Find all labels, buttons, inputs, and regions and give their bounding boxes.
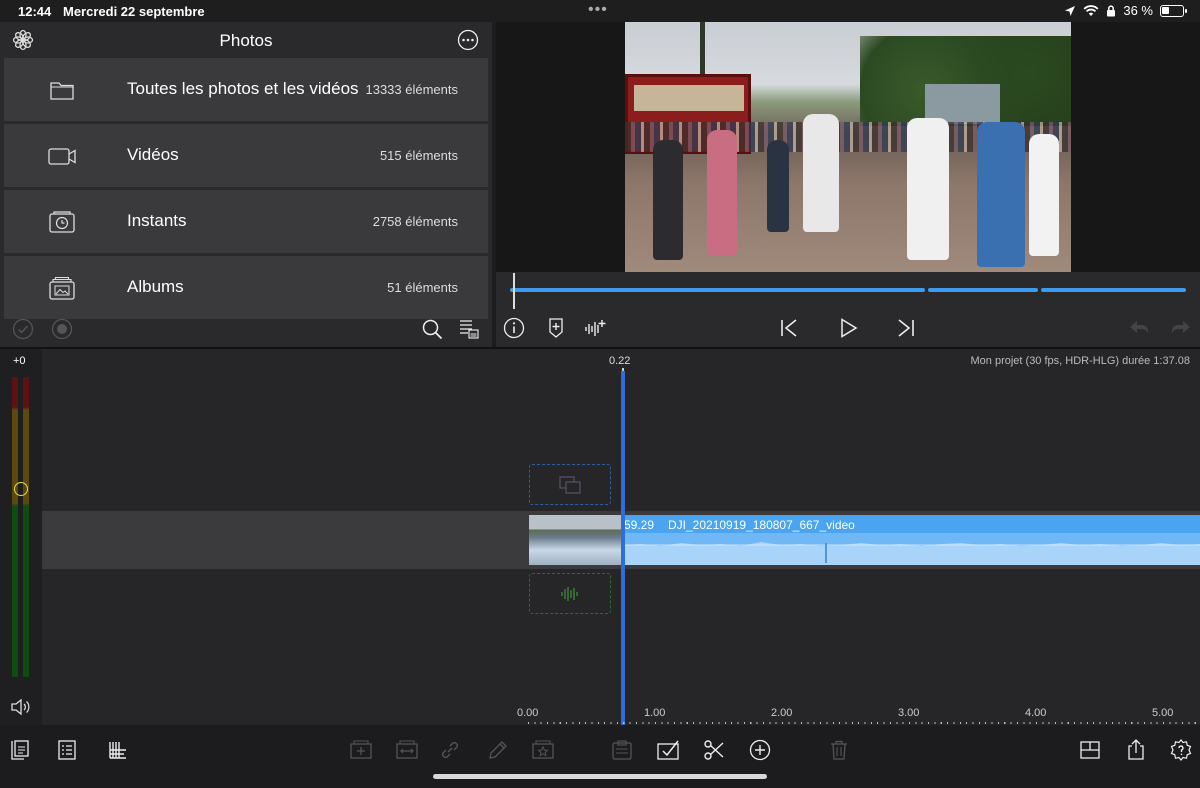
- scrub-segment: [510, 288, 925, 292]
- wifi-icon: [1083, 4, 1099, 16]
- clip-thumbnail: [529, 515, 621, 565]
- list-item-count: 515 éléments: [379, 148, 458, 163]
- video-viewer[interactable]: [496, 22, 1200, 272]
- multitasking-dots-icon[interactable]: •••: [588, 1, 608, 19]
- lock-rotation-icon: [1107, 4, 1116, 16]
- status-bar: 12:44 Mercredi 22 septembre ••• 36 %: [0, 0, 1200, 24]
- list-item-videos[interactable]: Vidéos 515 éléments: [4, 124, 488, 187]
- album-list: Toutes les photos et les vidéos 13333 él…: [4, 58, 488, 322]
- ruler-label: 2.00: [771, 707, 793, 719]
- link-icon[interactable]: [438, 738, 462, 762]
- list-item-all-photos[interactable]: Toutes les photos et les vidéos 13333 él…: [4, 58, 488, 121]
- playhead-time: 0.22: [609, 355, 631, 367]
- add-overlay-placeholder[interactable]: [529, 464, 611, 505]
- clipboard-icon[interactable]: [610, 738, 634, 762]
- status-date: Mercredi 22 septembre: [63, 4, 205, 19]
- video-clip[interactable]: 59.29 DJI_20210919_180807_667_video: [529, 515, 1200, 565]
- skip-to-start-icon[interactable]: [777, 316, 801, 340]
- meter-bar-left: [12, 377, 18, 677]
- trash-icon[interactable]: [827, 738, 851, 762]
- battery-icon: [1160, 4, 1187, 17]
- moments-clock-icon: [47, 208, 77, 236]
- media-browser-panel: Photos Toutes les photos et les vidéos 1…: [0, 22, 492, 347]
- folder-icon: [47, 76, 77, 104]
- search-icon[interactable]: [421, 318, 443, 340]
- bottom-toolbar: [0, 725, 1200, 788]
- ruler-label: 5.00: [1152, 707, 1174, 719]
- browser-header: Photos: [0, 22, 492, 58]
- meter-gain-label: +0: [13, 355, 26, 367]
- status-indicators: 36 %: [1064, 3, 1187, 18]
- list-item-count: 13333 éléments: [365, 82, 458, 97]
- play-icon[interactable]: [836, 316, 860, 340]
- timeline-view-icon[interactable]: [106, 738, 130, 762]
- location-arrow-icon: [1065, 5, 1076, 16]
- ruler-label: 1.00: [644, 707, 666, 719]
- preview-scrubber[interactable]: [496, 272, 1200, 310]
- add-circle-icon[interactable]: [748, 738, 772, 762]
- project-info: Mon projet (30 fps, HDR-HLG) durée 1:37.…: [970, 355, 1191, 367]
- layout-icon[interactable]: [1078, 738, 1102, 762]
- audio-waveform: [621, 542, 1200, 565]
- list-item-moments[interactable]: Instants 2758 éléments: [4, 190, 488, 253]
- audio-level-meter: +0: [0, 349, 42, 727]
- scissors-icon[interactable]: [702, 738, 726, 762]
- select-checkmark-icon[interactable]: [12, 318, 34, 340]
- timeline[interactable]: +0 0.22 Mon projet (30 fps, HDR-HLG) dur…: [0, 347, 1200, 727]
- redo-icon[interactable]: [1169, 316, 1193, 340]
- favorite-clip-icon[interactable]: [531, 738, 555, 762]
- meter-bar-right: [23, 377, 29, 677]
- select-checkbox-icon[interactable]: [656, 738, 680, 762]
- ruler-label: 3.00: [898, 707, 920, 719]
- ruler-label: 4.00: [1025, 707, 1047, 719]
- browser-bottom-bar: [0, 312, 492, 347]
- import-icon[interactable]: [8, 738, 32, 762]
- list-item-label: Albums: [127, 277, 184, 296]
- settings-help-icon[interactable]: [1169, 738, 1193, 762]
- albums-icon: [47, 274, 77, 302]
- battery-fill: [1162, 6, 1169, 14]
- info-icon[interactable]: [502, 316, 526, 340]
- add-marker-icon[interactable]: [544, 316, 568, 340]
- scrub-segment: [1041, 288, 1186, 292]
- clip-name: DJI_20210919_180807_667_video: [668, 518, 855, 532]
- add-audio-placeholder[interactable]: [529, 573, 611, 614]
- inspector-list-icon[interactable]: [55, 738, 79, 762]
- ruler-label: 0.00: [517, 707, 539, 719]
- volume-knob[interactable]: [14, 482, 28, 496]
- skip-to-end-icon[interactable]: [894, 316, 918, 340]
- list-item-count: 2758 éléments: [372, 214, 458, 229]
- pencil-icon[interactable]: [486, 738, 510, 762]
- time-ruler[interactable]: 0.00 1.00 2.00 3.00 4.00 5.00: [0, 707, 1200, 727]
- replace-clip-icon[interactable]: [395, 738, 419, 762]
- transport-bar: [496, 310, 1200, 347]
- voiceover-add-icon[interactable]: [584, 316, 608, 340]
- scrub-handle[interactable]: [513, 273, 515, 309]
- clip-duration: 59.29: [624, 518, 655, 532]
- undo-icon[interactable]: [1127, 316, 1151, 340]
- list-item-count: 51 éléments: [387, 280, 458, 295]
- list-item-label: Vidéos: [127, 145, 179, 164]
- more-options-icon[interactable]: [457, 29, 479, 51]
- status-time: 12:44: [18, 4, 52, 19]
- list-item-label: Instants: [127, 211, 187, 230]
- video-camera-icon: [47, 142, 77, 170]
- preview-frame-image: [625, 22, 1071, 272]
- playhead[interactable]: [621, 371, 625, 727]
- scrub-segment: [928, 288, 1038, 292]
- list-item-label: Toutes les photos et les vidéos: [127, 79, 359, 98]
- insert-clip-icon[interactable]: [349, 738, 373, 762]
- list-item-albums[interactable]: Albums 51 éléments: [4, 256, 488, 319]
- ruler-ticks: [528, 722, 1200, 724]
- record-icon[interactable]: [51, 318, 73, 340]
- battery-percent: 36 %: [1123, 3, 1153, 18]
- share-icon[interactable]: [1124, 738, 1148, 762]
- home-indicator[interactable]: [433, 774, 767, 779]
- sort-list-icon[interactable]: [458, 318, 480, 340]
- browser-title: Photos: [219, 31, 273, 50]
